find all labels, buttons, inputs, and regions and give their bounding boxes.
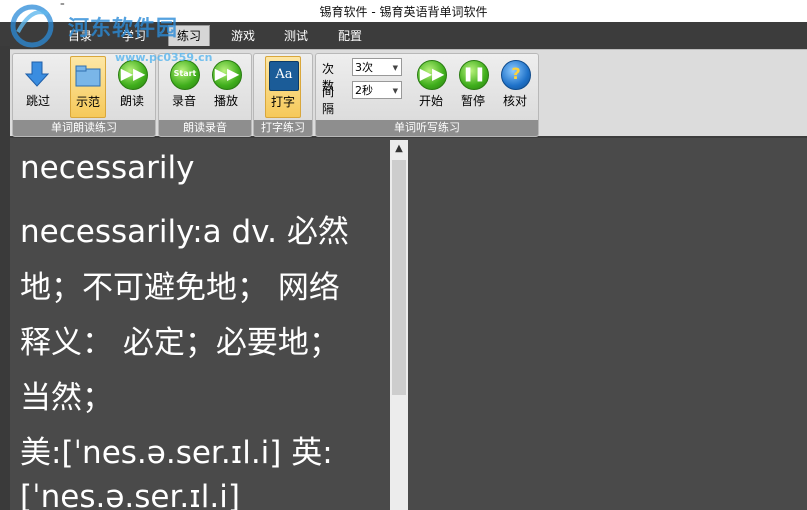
play-icon: ▶▶ [118,60,148,90]
tab-games[interactable]: 游戏 [231,27,255,44]
pause-button[interactable]: ❚❚ 暂停 [456,56,490,116]
interval-select[interactable]: 2秒 ▼ [352,81,402,99]
vertical-scrollbar[interactable]: ▲ [390,140,408,510]
start-icon: Start [170,60,200,90]
check-label: 核对 [502,94,527,108]
pause-label: 暂停 [460,94,485,108]
check-button[interactable]: ? 核对 [498,56,532,116]
help-icon: ? [501,60,531,90]
interval-label: 间隔 [322,85,335,116]
word-text-area[interactable]: necessarily necessarily:a dv. 必然 地；不可避免地… [10,140,390,510]
definition-line: necessarily:a dv. 必然 [20,214,349,250]
start-button[interactable]: ▶▶ 开始 [414,56,448,116]
folder-icon [75,65,101,87]
interval-value: 2秒 [355,84,373,97]
chevron-down-icon[interactable]: ▼ [393,82,398,100]
read-aloud-button[interactable]: ▶▶ 朗读 [115,56,149,116]
phonetic-line: [ˈnes.ə.ser.ɪl.i] [20,479,240,510]
group-typing: Aa 打字 打字练习 [253,53,313,137]
scroll-thumb[interactable] [392,160,406,395]
read-aloud-label: 朗读 [119,94,144,108]
playback-button[interactable]: ▶▶ 播放 [209,56,243,116]
typing-label: 打字 [270,95,295,109]
watermark-url: www.pc0359.cn [115,51,213,64]
playback-label: 播放 [213,94,238,108]
left-edge [0,46,10,510]
group-dictation: 次数 3次 ▼ 间隔 2秒 ▼ ▶▶ 开始 ❚❚ 暂停 ? 核对 单词听写练习 [315,53,539,137]
chevron-down-icon[interactable]: ▼ [393,59,398,77]
download-arrow-icon [24,61,50,87]
group-word-reading: 跳过 示范 ▶▶ 朗读 单词朗读练习 [12,53,156,137]
count-value: 3次 [355,61,373,74]
count-select[interactable]: 3次 ▼ [352,58,402,76]
word-line: necessarily [20,150,195,186]
tab-test[interactable]: 测试 [284,27,308,44]
group-reading-recording: Start 录音 ▶▶ 播放 朗读录音 [158,53,252,137]
play-icon: ▶▶ [417,60,447,90]
demo-button[interactable]: 示范 [70,56,106,118]
definition-line: 释义： 必定；必要地； [20,325,340,361]
typing-icon: Aa [269,61,299,91]
group-label: 单词朗读练习 [13,120,155,136]
pause-icon: ❚❚ [459,60,489,90]
demo-label: 示范 [75,95,100,109]
start-label: 开始 [418,94,443,108]
phonetic-line: 美:[ˈnes.ə.ser.ɪl.i] 英: [20,435,333,471]
scroll-up-icon[interactable]: ▲ [390,140,408,158]
watermark-logo-icon [10,4,54,48]
tab-settings[interactable]: 配置 [338,27,362,44]
play-icon: ▶▶ [212,60,242,90]
record-label: 录音 [171,94,196,108]
group-label: 朗读录音 [159,120,251,136]
group-label: 单词听写练习 [316,120,538,136]
record-button[interactable]: Start 录音 [167,56,201,116]
skip-label: 跳过 [25,94,50,108]
skip-button[interactable]: 跳过 [21,56,55,116]
definition-line: 地；不可避免地； 网络 [20,270,340,306]
definition-line: 当然； [20,380,113,416]
group-label: 打字练习 [254,120,312,136]
watermark-text: 河东软件园 [68,16,178,40]
right-pane [409,140,807,510]
typing-button[interactable]: Aa 打字 [265,56,301,118]
